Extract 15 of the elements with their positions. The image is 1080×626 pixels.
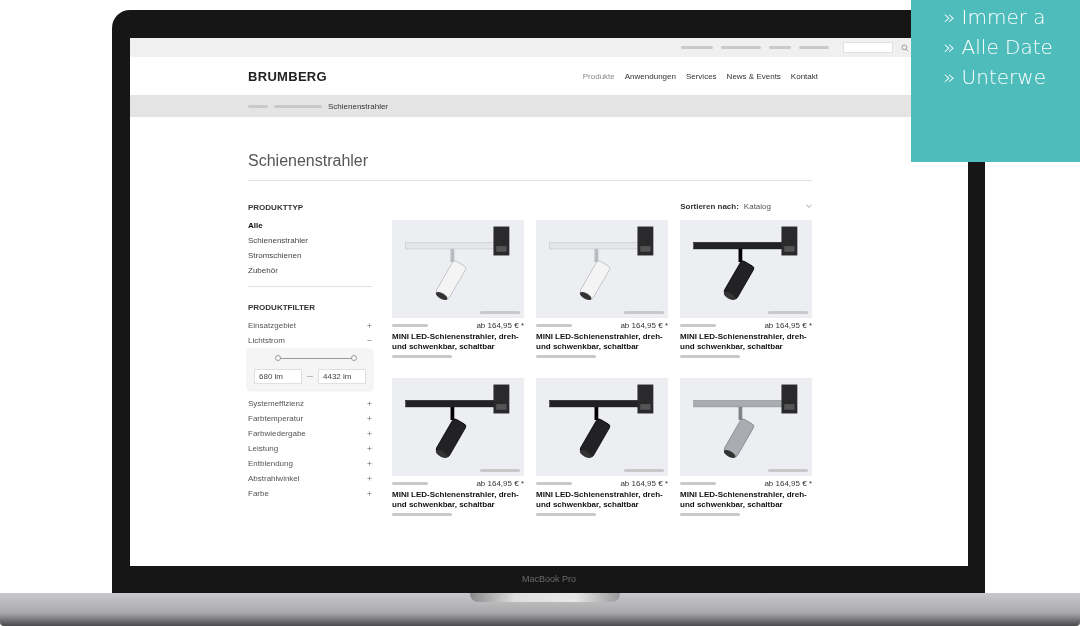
page-title: Schienenstrahler (248, 151, 370, 171)
promo-text: » Unterwe (943, 64, 1047, 91)
promo-text: » Alle Date (943, 34, 1054, 61)
section-heading: PRODUKTTYP (248, 203, 305, 212)
promo-text: » Immer a (943, 4, 1047, 31)
price-label: ab 164,95 € * (476, 321, 524, 330)
price-label: ab 164,95 € * (764, 479, 812, 488)
breadcrumb-current: Schienenstrahler (328, 101, 389, 111)
price-label: ab 164,95 € * (620, 479, 668, 488)
device-label: MacBook Pro (521, 573, 577, 586)
price-label: ab 164,95 € * (476, 479, 524, 488)
section-heading: PRODUKTFILTER (248, 303, 316, 312)
price-label: ab 164,95 € * (620, 321, 668, 330)
sort-label: Sortieren nach: (680, 201, 739, 211)
price-label: ab 164,95 € * (764, 321, 812, 330)
